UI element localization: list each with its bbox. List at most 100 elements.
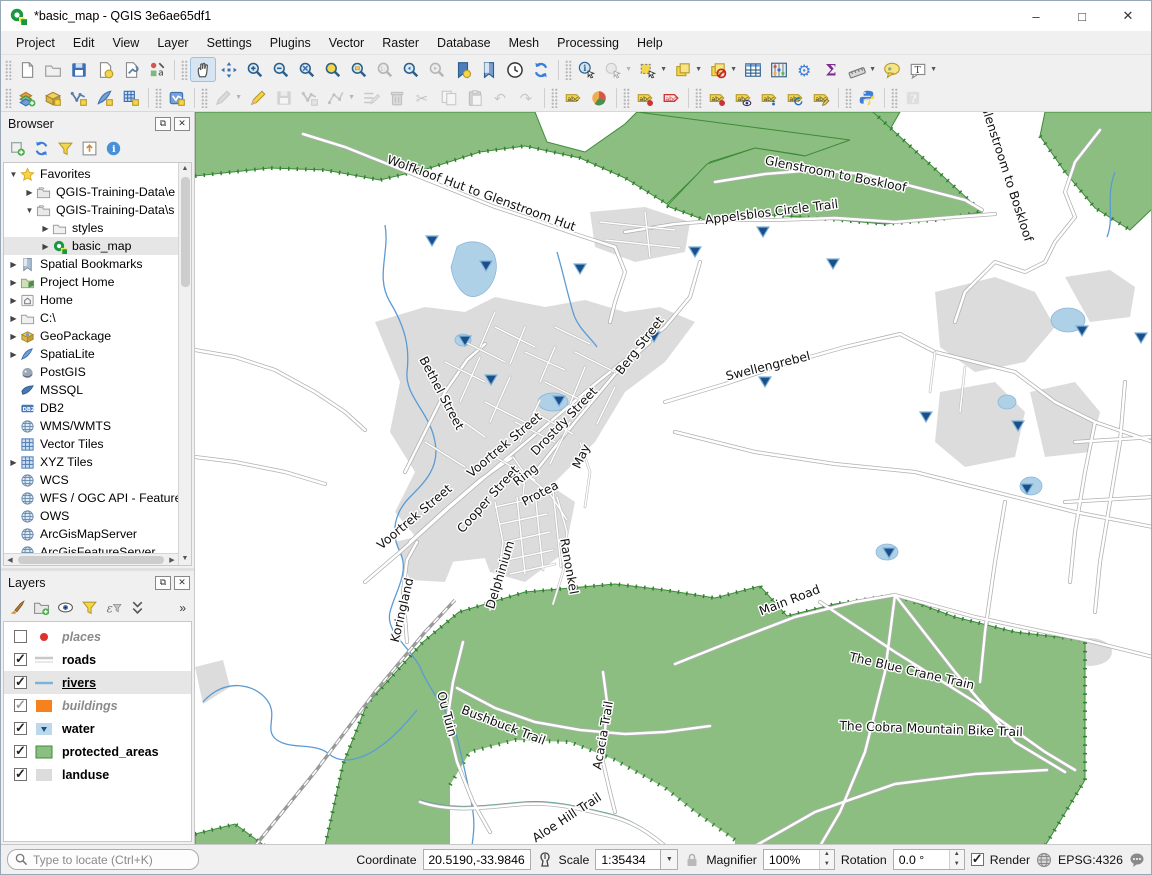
browser-item-qgis-training-data-s[interactable]: ▼QGIS-Training-Data\s — [4, 201, 178, 219]
browser-item-vector-tiles[interactable]: Vector Tiles — [4, 435, 178, 453]
show-layout-manager-button[interactable] — [118, 57, 144, 82]
new-virtual-layer-button[interactable] — [118, 85, 144, 110]
lock-scale-icon[interactable] — [684, 852, 700, 868]
browser-float-button[interactable]: ⧉ — [155, 117, 171, 131]
layer-row-buildings[interactable]: buildings — [4, 694, 191, 717]
browser-item-ows[interactable]: OWS — [4, 507, 178, 525]
toolbar-drag-handle[interactable] — [155, 88, 162, 108]
move-label-button[interactable]: abc — [756, 85, 782, 110]
temporal-controller-button[interactable] — [502, 57, 528, 82]
change-label-button[interactable]: abc — [808, 85, 834, 110]
save-project-button[interactable] — [66, 57, 92, 82]
crs-globe-icon[interactable] — [1036, 852, 1052, 868]
show-statistics-button[interactable]: Σ — [818, 57, 844, 82]
tree-expander-icon[interactable]: ▶ — [8, 458, 19, 467]
toolbar-drag-handle[interactable] — [551, 88, 558, 108]
menu-settings[interactable]: Settings — [198, 33, 261, 53]
layer-row-rivers[interactable]: rivers — [4, 671, 191, 694]
browser-item-home[interactable]: ▶Home — [4, 291, 178, 309]
layer-visibility-checkbox[interactable] — [14, 653, 27, 666]
layer-labeling-options-button[interactable]: abc — [560, 85, 586, 110]
toggle-extents-icon[interactable] — [537, 852, 553, 868]
menu-processing[interactable]: Processing — [548, 33, 628, 53]
pan-to-selection-button[interactable] — [216, 57, 242, 82]
toolbar-drag-handle[interactable] — [845, 88, 852, 108]
browser-item-arcgismapserver[interactable]: ArcGisMapServer — [4, 525, 178, 543]
toolbar-drag-handle[interactable] — [565, 60, 572, 80]
tree-expander-icon[interactable]: ▶ — [8, 314, 19, 323]
show-spatial-bookmarks-button[interactable] — [476, 57, 502, 82]
locator-input[interactable] — [33, 853, 183, 867]
browser-item-spatialite[interactable]: ▶SpatiaLite — [4, 345, 178, 363]
tree-expander-icon[interactable]: ▶ — [24, 188, 35, 197]
rotation-down-arrow[interactable]: ▼ — [950, 860, 964, 870]
layer-row-landuse[interactable]: landuse — [4, 763, 191, 786]
toolbar-drag-handle[interactable] — [181, 60, 188, 80]
rotation-up-arrow[interactable]: ▲ — [950, 850, 964, 860]
tree-expander-icon[interactable]: ▶ — [8, 260, 19, 269]
processing-toolbox-button[interactable]: ⚙ — [792, 57, 818, 82]
locator-box[interactable] — [7, 849, 199, 870]
zoom-out-button[interactable] — [268, 57, 294, 82]
deselect-all-button[interactable]: ▼ — [705, 57, 731, 82]
menu-raster[interactable]: Raster — [373, 33, 428, 53]
style-manager-button[interactable]: a — [144, 57, 170, 82]
layer-visibility-checkbox[interactable] — [14, 699, 27, 712]
menu-plugins[interactable]: Plugins — [261, 33, 320, 53]
layer-row-water[interactable]: water — [4, 717, 191, 740]
toolbar-drag-handle[interactable] — [623, 88, 630, 108]
browser-item-basic-map[interactable]: ▶basic_map — [4, 237, 178, 255]
new-spatialite-layer-button[interactable] — [92, 85, 118, 110]
render-checkbox[interactable] — [971, 853, 984, 866]
epsg-status[interactable]: EPSG:4326 — [1058, 853, 1123, 867]
browser-horizontal-scrollbar[interactable]: ◀▶ — [4, 553, 178, 565]
menu-view[interactable]: View — [103, 33, 148, 53]
map-canvas[interactable]: Wolfkloof Hut to Glenstroom HutGlenstroo… — [195, 112, 1151, 844]
new-geopackage-layer-button[interactable] — [40, 85, 66, 110]
new-print-layout-button[interactable] — [92, 57, 118, 82]
tree-expander-icon[interactable]: ▶ — [8, 296, 19, 305]
layer-row-protected_areas[interactable]: protected_areas — [4, 740, 191, 763]
menu-help[interactable]: Help — [628, 33, 672, 53]
tree-expander-icon[interactable]: ▶ — [40, 242, 51, 251]
zoom-in-button[interactable] — [242, 57, 268, 82]
toolbar-drag-handle[interactable] — [201, 88, 208, 108]
layers-float-button[interactable]: ⧉ — [155, 576, 171, 590]
layer-visibility-checkbox[interactable] — [14, 676, 27, 689]
pin-labels-button[interactable]: abc — [704, 85, 730, 110]
browser-item-c-[interactable]: ▶C:\ — [4, 309, 178, 327]
new-spatial-bookmark-button[interactable] — [450, 57, 476, 82]
browser-close-button[interactable]: ✕ — [174, 117, 190, 131]
properties-widget-button[interactable]: i — [101, 137, 125, 161]
browser-item-project-home[interactable]: ▶Project Home — [4, 273, 178, 291]
filter-by-expression-button[interactable]: ε — [101, 596, 125, 620]
layer-visibility-checkbox[interactable] — [14, 768, 27, 781]
collapse-all-button[interactable] — [77, 137, 101, 161]
scale-dropdown-arrow[interactable]: ▼ — [661, 849, 678, 870]
zoom-full-button[interactable] — [294, 57, 320, 82]
select-by-value-button[interactable]: ▼ — [670, 57, 696, 82]
coordinate-input[interactable]: 20.5190,-33.9846 — [423, 849, 531, 870]
toolbar-drag-handle[interactable] — [891, 88, 898, 108]
open-data-source-manager-button[interactable] — [14, 85, 40, 110]
new-project-button[interactable] — [14, 57, 40, 82]
highlight-pinned-labels-button[interactable]: abc — [658, 85, 684, 110]
maximize-button[interactable]: □ — [1059, 1, 1105, 31]
select-features-button[interactable]: ▼ — [635, 57, 661, 82]
browser-vertical-scrollbar[interactable]: ▲▼ — [178, 163, 191, 565]
magnifier-up-arrow[interactable]: ▲ — [820, 850, 834, 860]
magnifier-spinbox[interactable]: 100% ▲▼ — [763, 849, 835, 870]
layer-row-roads[interactable]: roads — [4, 648, 191, 671]
text-annotation-button[interactable]: T▼ — [905, 57, 931, 82]
open-layer-styling-button[interactable] — [5, 596, 29, 620]
map-tips-button[interactable] — [879, 57, 905, 82]
browser-item-db2[interactable]: DB2DB2 — [4, 399, 178, 417]
toolbar-drag-handle[interactable] — [695, 88, 702, 108]
zoom-to-layer-button[interactable] — [346, 57, 372, 82]
pin-unpin-labels-button[interactable]: abc — [632, 85, 658, 110]
messages-icon[interactable] — [1129, 852, 1145, 868]
menu-project[interactable]: Project — [7, 33, 64, 53]
tree-expander-icon[interactable]: ▶ — [8, 332, 19, 341]
layer-visibility-checkbox[interactable] — [14, 630, 27, 643]
browser-item-spatial-bookmarks[interactable]: ▶Spatial Bookmarks — [4, 255, 178, 273]
